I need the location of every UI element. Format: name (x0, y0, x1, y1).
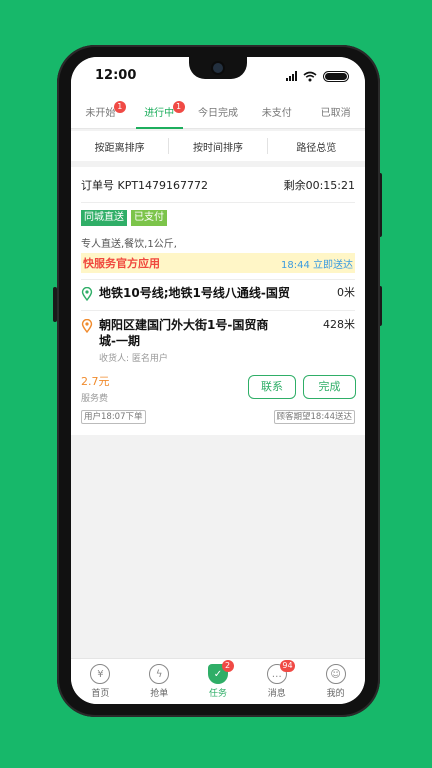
expected-delivery-time: 顾客期望18:44送达 (273, 410, 355, 424)
nav-home[interactable]: ¥ 首页 (71, 659, 130, 704)
tab-not-started[interactable]: 未开始 1 (71, 99, 130, 128)
status-time: 12:00 (95, 68, 137, 83)
nav-label: 我的 (326, 689, 345, 699)
lightning-icon: ϟ (149, 664, 170, 684)
dropoff-location-icon (81, 319, 93, 333)
battery-icon (323, 70, 349, 82)
tab-cancelled[interactable]: 已取消 (306, 99, 365, 128)
order-number: 订单号 KPT1479167772 (81, 179, 209, 192)
pickup-address: 地铁10号线;地铁1号线八通线-国贸 (99, 286, 290, 300)
nav-label: 首页 (91, 689, 110, 699)
nav-label: 任务 (208, 689, 227, 699)
dropoff-address: 朝阳区建国门外大街1号-国贸商城-一期 (99, 318, 269, 348)
nav-messages[interactable]: … 94 消息 (247, 659, 306, 704)
sort-by-time-button[interactable]: 按时间排序 (169, 139, 266, 154)
tab-label: 进行中 (144, 108, 175, 119)
nav-label: 消息 (267, 689, 286, 699)
nav-profile[interactable]: ☺ 我的 (306, 659, 365, 704)
divider (81, 202, 355, 203)
camera-notch (189, 57, 247, 79)
tab-label: 今日完成 (197, 108, 238, 119)
service-fee: 2.7元 服务费 (81, 373, 110, 404)
sort-by-distance-button[interactable]: 按距离排序 (71, 139, 168, 154)
status-bar: 12:00 (71, 57, 365, 99)
order-card[interactable]: 订单号 KPT1479167772 剩余00:15:21 同城直送 已支付 专人… (71, 167, 365, 435)
tab-label: 未开始 (85, 108, 116, 119)
tab-label: 已取消 (320, 108, 351, 119)
pickup-address-row: 地铁10号线;地铁1号线八通线-国贸 0米 (81, 285, 355, 301)
banner-title: 快服务官方应用 (83, 257, 160, 270)
bottom-navigation: ¥ 首页 ϟ 抢单 ✓ 2 任务 … 94 消息 ☺ 我的 (71, 658, 365, 704)
route-overview-button[interactable]: 路径总览 (268, 139, 365, 154)
contact-button[interactable]: 联系 (248, 375, 296, 399)
dropoff-address-row: 朝阳区建国门外大街1号-国贸商城-一期 428米 (81, 317, 355, 349)
order-description: 专人直送,餐饮,1公斤, (81, 239, 177, 250)
order-status-tabs: 未开始 1 进行中 1 今日完成 未支付 已取消 (71, 99, 365, 129)
sort-bar: 按距离排序 按时间排序 路径总览 (71, 131, 365, 161)
camera-icon (213, 63, 223, 73)
nav-badge: 94 (280, 660, 295, 672)
tab-unpaid[interactable]: 未支付 (247, 99, 306, 128)
nav-label: 抢单 (150, 689, 169, 699)
dropoff-distance: 428米 (323, 318, 355, 331)
receiver-name: 收货人: 匿名用户 (99, 354, 168, 364)
nav-grab-order[interactable]: ϟ 抢单 (130, 659, 189, 704)
nav-badge: 2 (221, 660, 234, 672)
service-banner: 快服务官方应用 18:44 立即送达 (81, 253, 355, 273)
fee-amount: 2.7元 (81, 375, 110, 388)
pickup-location-icon (81, 287, 93, 301)
delivery-time: 18:44 立即送达 (281, 259, 353, 271)
pickup-distance: 0米 (337, 286, 355, 299)
wifi-icon (303, 71, 317, 81)
divider (81, 279, 355, 280)
payment-status-tag: 已支付 (131, 210, 167, 226)
yen-icon: ¥ (90, 664, 111, 684)
smiley-icon: ☺ (325, 664, 346, 684)
tab-badge: 1 (172, 101, 185, 113)
nav-tasks[interactable]: ✓ 2 任务 (189, 659, 248, 704)
app-screen: 12:00 未开始 1 进行中 1 今日完成 未支付 已取消 按距离排序 按时间… (71, 57, 365, 704)
delivery-type-tag: 同城直送 (81, 210, 127, 226)
tab-label: 未支付 (261, 108, 292, 119)
tab-in-progress[interactable]: 进行中 1 (130, 99, 189, 129)
complete-button[interactable]: 完成 (303, 375, 356, 399)
order-placed-time: 用户18:07下单 (81, 410, 146, 424)
remaining-time: 剩余00:15:21 (283, 179, 355, 192)
fee-label: 服务费 (81, 394, 109, 404)
signal-icon (286, 71, 297, 81)
tab-badge: 1 (113, 101, 126, 113)
tab-completed-today[interactable]: 今日完成 (189, 99, 248, 128)
divider (81, 310, 355, 311)
